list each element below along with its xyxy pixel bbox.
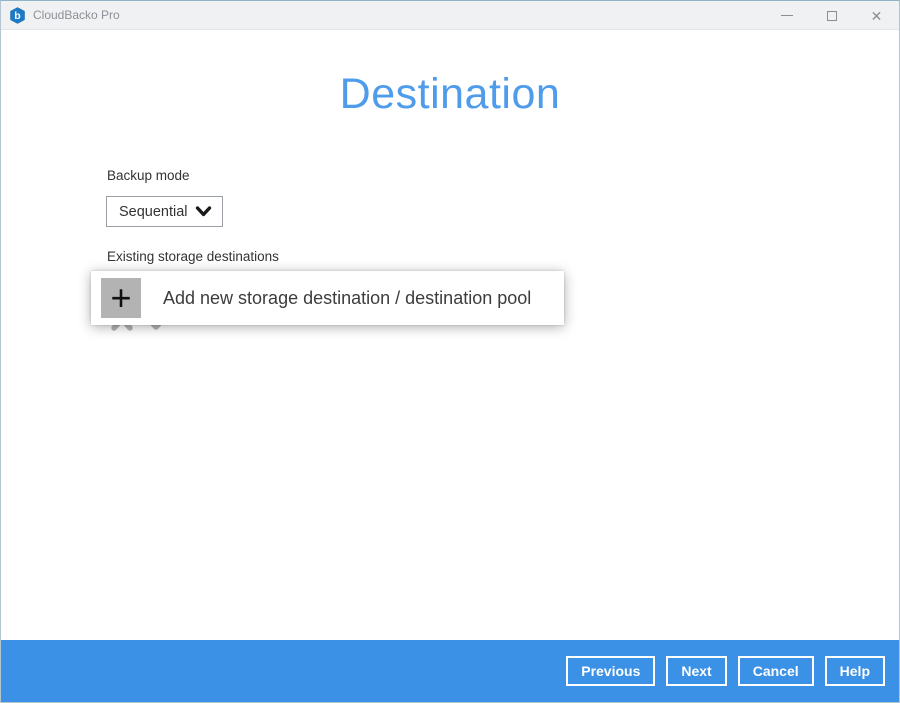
close-button[interactable]: ✕ [854,1,899,30]
next-button[interactable]: Next [666,656,726,686]
cancel-button[interactable]: Cancel [738,656,814,686]
existing-destinations-label: Existing storage destinations [107,249,279,264]
footer-bar: Previous Next Cancel Help [1,640,899,702]
app-logo-icon: b [9,7,26,24]
wizard-content: Destination Backup mode Sequential Exist… [1,30,899,640]
add-destination-label: Add new storage destination / destinatio… [163,288,531,309]
chevron-down-icon [195,205,212,218]
maximize-icon [827,11,837,21]
window-title: CloudBacko Pro [33,8,120,22]
backup-mode-label: Backup mode [107,168,190,183]
app-window: b CloudBacko Pro ✕ Destination Backup mo… [0,0,900,703]
help-button[interactable]: Help [825,656,885,686]
add-destination-button[interactable]: + Add new storage destination / destinat… [91,271,564,325]
minimize-icon [781,15,793,16]
close-icon: ✕ [871,9,883,23]
backup-mode-value: Sequential [119,204,195,220]
maximize-button[interactable] [809,1,854,30]
previous-button[interactable]: Previous [566,656,655,686]
minimize-button[interactable] [764,1,809,30]
titlebar: b CloudBacko Pro ✕ [1,1,899,30]
backup-mode-dropdown[interactable]: Sequential [106,196,223,227]
plus-icon: + [101,278,141,318]
window-controls: ✕ [764,1,899,30]
logo-letter: b [14,10,20,22]
page-title: Destination [1,70,899,119]
